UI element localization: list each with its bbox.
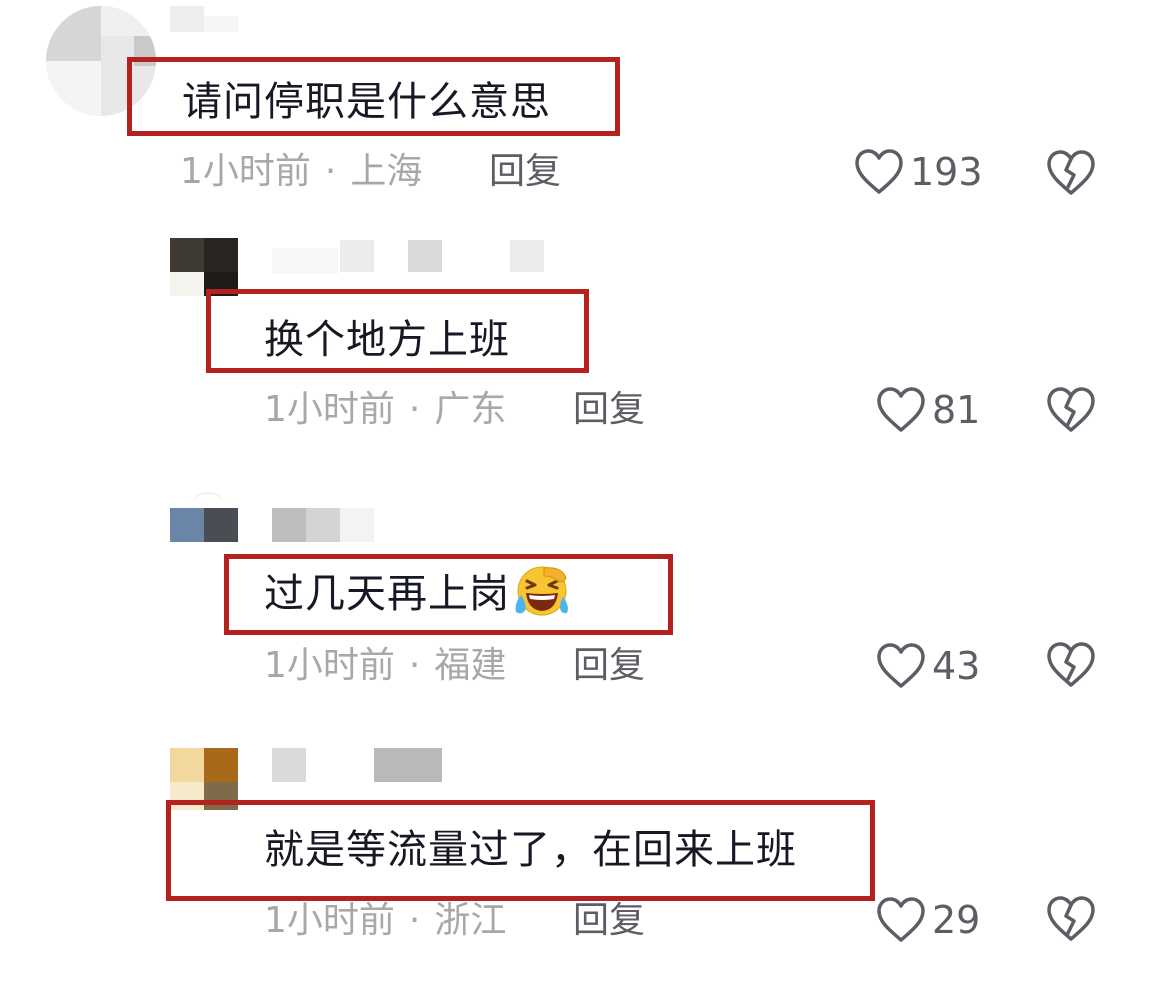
dislike-button[interactable] [1046, 895, 1096, 947]
like-count: 29 [932, 898, 981, 942]
like-button[interactable]: 81 [876, 386, 980, 434]
username-censored[interactable] [272, 508, 412, 542]
laughing-crying-emoji [512, 566, 570, 618]
reply-button[interactable]: 回复 [573, 392, 645, 428]
comment-time: 1小时前 [264, 389, 395, 430]
avatar[interactable] [170, 492, 240, 548]
meta-separator: · [408, 645, 421, 686]
like-button[interactable]: 193 [854, 148, 983, 196]
like-count: 193 [910, 150, 983, 194]
broken-heart-icon [1046, 642, 1096, 693]
comment-location: 广东 [434, 389, 507, 430]
dislike-button[interactable] [1046, 641, 1096, 693]
dislike-button[interactable] [1046, 386, 1096, 438]
comment-text: 请问停职是什么意思 [182, 79, 551, 125]
comment-text: 就是等流量过了，在回来上班 [264, 827, 797, 873]
comment-time: 1小时前 [264, 645, 395, 686]
like-button[interactable]: 29 [876, 896, 980, 944]
comment-meta: 1小时前 · 上海 [180, 154, 422, 190]
username-censored[interactable] [170, 6, 240, 34]
meta-separator: · [408, 900, 421, 941]
comment-meta: 1小时前 · 广东 [264, 392, 506, 428]
heart-outline-icon [876, 896, 926, 944]
comment-time: 1小时前 [264, 900, 395, 941]
comment-time: 1小时前 [180, 151, 311, 192]
comment-text: 换个地方上班 [264, 317, 510, 363]
comment-meta: 1小时前 · 福建 [264, 648, 506, 684]
meta-separator: · [324, 151, 337, 192]
heart-outline-icon [854, 148, 904, 196]
comment-location: 上海 [350, 151, 423, 192]
reply-button[interactable]: 回复 [573, 648, 645, 684]
meta-separator: · [408, 389, 421, 430]
like-button[interactable]: 43 [876, 642, 980, 690]
broken-heart-icon [1046, 150, 1096, 201]
username-censored[interactable] [272, 240, 552, 274]
like-count: 43 [932, 644, 981, 688]
comment-meta: 1小时前 · 浙江 [264, 903, 506, 939]
dislike-button[interactable] [1046, 149, 1096, 201]
comment-text: 过几天再上岗 [264, 566, 570, 618]
like-count: 81 [932, 388, 981, 432]
broken-heart-icon [1046, 896, 1096, 947]
reply-button[interactable]: 回复 [489, 154, 561, 190]
broken-heart-icon [1046, 387, 1096, 438]
comment-location: 浙江 [434, 900, 507, 941]
comment-location: 福建 [434, 645, 507, 686]
heart-outline-icon [876, 386, 926, 434]
heart-outline-icon [876, 642, 926, 690]
reply-button[interactable]: 回复 [573, 903, 645, 939]
username-censored[interactable] [272, 748, 452, 782]
